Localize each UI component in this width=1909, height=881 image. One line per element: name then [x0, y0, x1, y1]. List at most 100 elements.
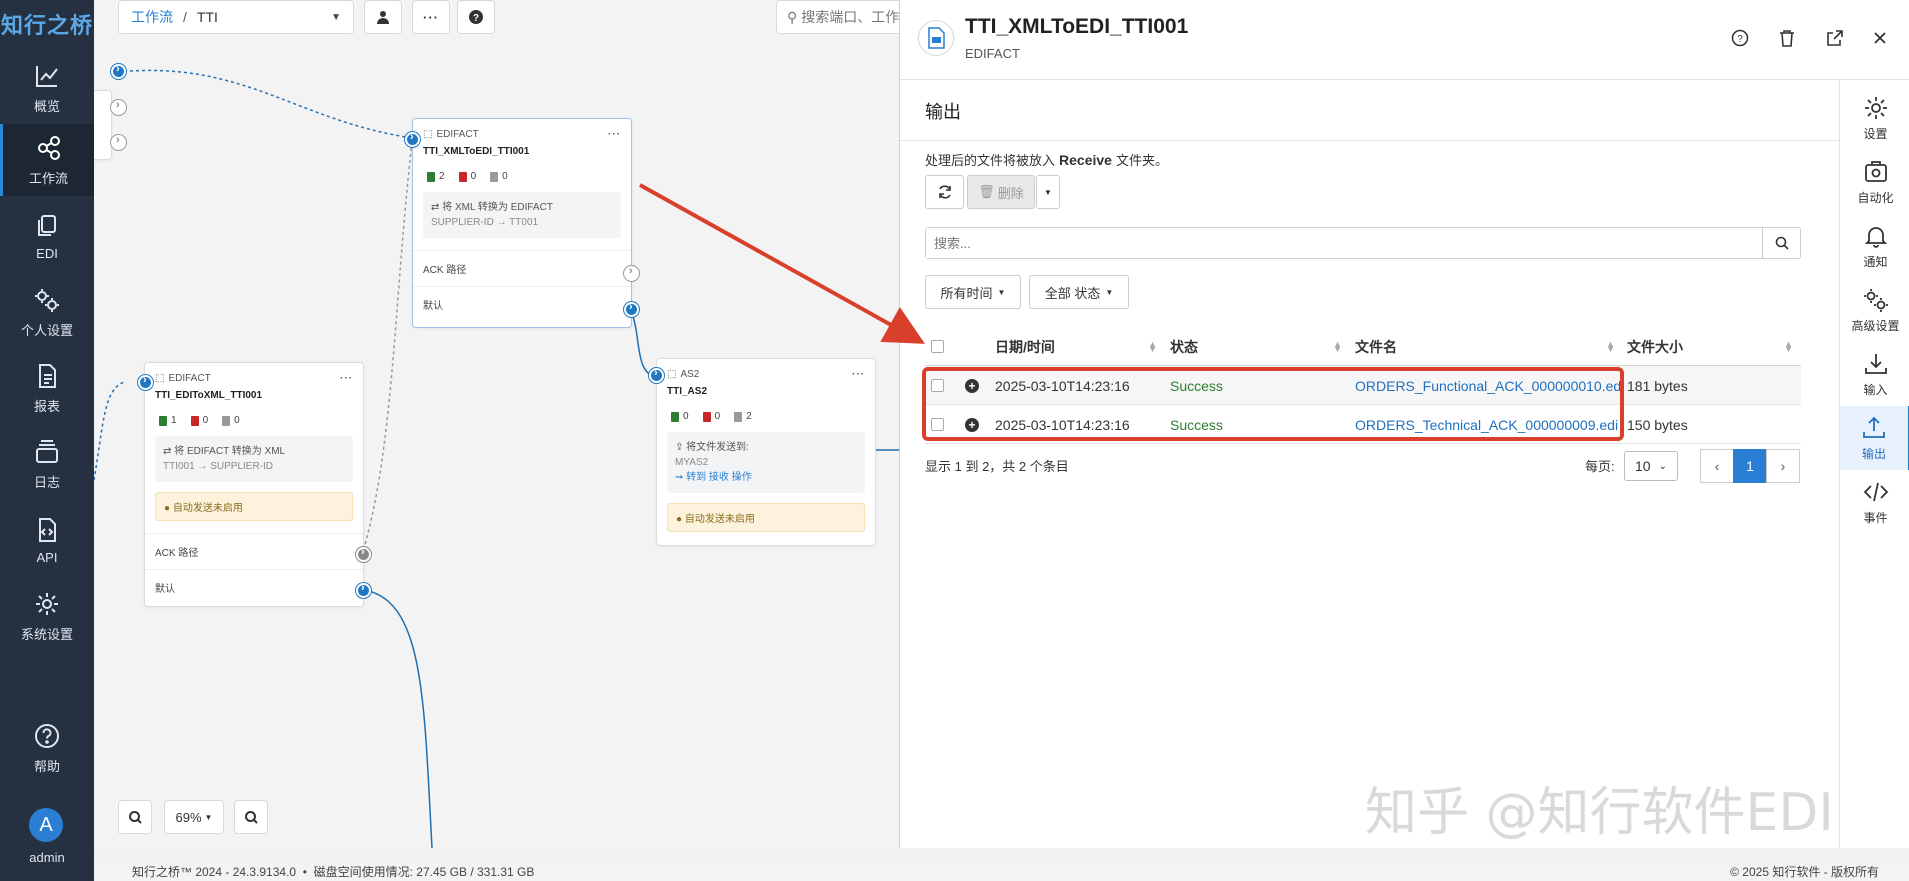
nav-item-logs[interactable]: 日志	[0, 428, 94, 500]
panel-help-button[interactable]: ?	[1728, 26, 1752, 50]
node-title: TTI_EDIToXML_TTI001	[155, 390, 263, 401]
next-page-button[interactable]: ›	[1766, 449, 1800, 483]
tab-label: 高级设置	[1851, 318, 1900, 333]
column-status[interactable]: 状态 ▲ ▼	[1170, 327, 1350, 366]
node-description: ⇄ 将 EDIFACT 转换为 XML TTI001 → SUPPLIER-ID	[155, 436, 353, 482]
nav-item-system-settings[interactable]: 系统设置	[0, 580, 94, 652]
user-filter-button[interactable]	[364, 0, 402, 34]
status-filter-dropdown[interactable]: 全部 状态 ▼	[1029, 275, 1129, 309]
caret-icon: ▼	[204, 812, 213, 822]
nav-item-personal-settings[interactable]: 个人设置	[0, 276, 94, 348]
footer-left: 知行之桥™ 2024 - 24.3.9134.0 • 磁盘空间使用情况: 27.…	[132, 865, 535, 879]
node-menu-icon[interactable]: ···	[608, 129, 621, 140]
breadcrumb-workflow[interactable]: 工作流	[131, 7, 173, 27]
help-button[interactable]: ?	[457, 0, 495, 34]
default-label: 默认	[423, 301, 443, 312]
node-as2[interactable]: ⬚ AS2 ··· TTI_AS2 0 0 2 ⇪ 将文件发送到: MYAS2 …	[656, 358, 876, 546]
hint-prefix: 处理后的文件将被放入	[925, 153, 1056, 168]
error-count: 0	[190, 415, 208, 426]
node-edi-to-xml[interactable]: ⬚ EDIFACT ··· TTI_EDIToXML_TTI001 1 0 0 …	[144, 362, 364, 607]
help-icon: ?	[469, 10, 483, 24]
node-ack-port[interactable]	[356, 546, 371, 562]
column-filesize[interactable]: 文件大小 ▲ ▼	[1627, 327, 1801, 366]
open-external-button[interactable]	[1822, 26, 1846, 50]
node-type: EDIFACT	[436, 129, 479, 140]
tab-advanced-settings[interactable]: 高级设置	[1840, 278, 1909, 342]
copyright-text: © 2025 知行软件 - 版权所有	[1730, 865, 1879, 879]
tab-events[interactable]: 事件	[1840, 470, 1909, 534]
column-filename[interactable]: 文件名 ▲ ▼	[1355, 327, 1623, 366]
delete-files-button[interactable]: 🗑 删除	[967, 175, 1035, 209]
node-default-row: 默认	[145, 569, 363, 605]
page-button-current[interactable]: 1	[1733, 449, 1767, 483]
brand-logo[interactable]: 知行之桥	[0, 8, 94, 40]
warning-text: 自动发送未启用	[684, 514, 755, 525]
column-label: 文件名	[1355, 338, 1397, 355]
watermark: 知乎 @知行软件EDI	[1365, 783, 1834, 843]
nav-item-workflow[interactable]: 工作流	[0, 124, 94, 196]
tab-settings[interactable]: 设置	[1840, 86, 1909, 150]
tab-automation[interactable]: 自动化	[1840, 150, 1909, 214]
delete-options-dropdown[interactable]: ▼	[1036, 175, 1060, 209]
prev-page-button[interactable]: ‹	[1700, 449, 1734, 483]
node-description: ⇄ 将 XML 转换为 EDIFACT SUPPLIER-ID → TT001	[423, 192, 621, 238]
warning-icon: ●	[164, 503, 173, 514]
zoom-out-button[interactable]	[234, 800, 268, 834]
node-menu-icon[interactable]: ···	[852, 369, 865, 380]
tab-output[interactable]: 输出	[1840, 406, 1909, 470]
nav-item-api[interactable]: API	[0, 504, 94, 576]
time-filter-dropdown[interactable]: 所有时间 ▼	[925, 275, 1021, 309]
workspace-select[interactable]: 工作流 / TTI ▼	[118, 0, 354, 34]
delete-port-button[interactable]	[1775, 26, 1799, 50]
sort-icon: ▲ ▼	[1606, 338, 1615, 354]
workflow-canvas[interactable]: 工作流 / TTI ▼ ··· ? ⚲ 搜索端口、工作 ⬚ EDIFACT ··…	[94, 0, 899, 848]
tab-input[interactable]: 输入	[1840, 342, 1909, 406]
success-count: 0	[671, 411, 689, 422]
swap-icon: ⇄	[431, 202, 443, 213]
nav-item-overview[interactable]: 概览	[0, 52, 94, 124]
node-output-port[interactable]	[624, 301, 639, 317]
close-panel-button[interactable]	[1868, 26, 1892, 50]
panel-title: TTI_XMLToEDI_TTI001	[965, 15, 1189, 38]
tab-notifications[interactable]: 通知	[1840, 214, 1909, 278]
gears-icon	[1863, 288, 1888, 312]
refresh-button[interactable]	[925, 175, 964, 209]
hint-folder: Receive	[1059, 152, 1112, 168]
nav-item-help[interactable]: 帮助	[0, 712, 94, 784]
select-all-checkbox[interactable]	[931, 327, 944, 366]
pending-count: 2	[734, 411, 752, 422]
status-filter-label: 全部 状态	[1044, 285, 1101, 301]
help-icon: ?	[1731, 29, 1749, 47]
node-menu-icon[interactable]: ···	[340, 373, 353, 384]
file-search	[925, 227, 1801, 259]
more-options-button[interactable]: ···	[412, 0, 450, 34]
node-ack-port[interactable]	[624, 265, 639, 281]
zoom-level-select[interactable]: 69% ▼	[164, 800, 224, 834]
file-pending-icon	[490, 171, 499, 182]
node-input-port[interactable]	[649, 367, 664, 383]
node-xml-to-edi[interactable]: ⬚ EDIFACT ··· TTI_XMLToEDI_TTI001 2 0 0 …	[412, 118, 632, 328]
nav-item-reports[interactable]: 报表	[0, 352, 94, 424]
nav-item-edi[interactable]: EDI	[0, 200, 94, 272]
column-label: 状态	[1170, 338, 1198, 355]
column-datetime[interactable]: 日期/时间 ▲ ▼	[995, 327, 1165, 366]
per-page-select[interactable]: 10 ⌄	[1624, 451, 1678, 481]
node-ack-port[interactable]	[111, 134, 126, 150]
canvas-search-input[interactable]: ⚲ 搜索端口、工作	[776, 0, 899, 34]
node-input-port[interactable]	[405, 131, 420, 147]
avatar[interactable]: A	[29, 808, 63, 842]
search-button[interactable]	[1762, 228, 1800, 258]
node-ack-port[interactable]	[111, 99, 126, 115]
node-ack-row: ACK 路径	[145, 533, 363, 569]
zoom-in-button[interactable]	[118, 800, 152, 834]
error-count-value: 0	[714, 411, 721, 422]
node-input-port[interactable]	[111, 63, 126, 79]
node-counts: 0 0 2	[657, 405, 875, 432]
goto-receive-link[interactable]: ➞ 转到 接收 操作	[675, 470, 857, 485]
node-input-port[interactable]	[138, 374, 153, 390]
swap-icon: ⇄	[163, 446, 175, 457]
caret-down-icon: ▼	[1105, 287, 1114, 297]
partial-node[interactable]	[94, 90, 112, 160]
file-search-input[interactable]	[926, 228, 1762, 258]
node-output-port[interactable]	[356, 582, 371, 598]
